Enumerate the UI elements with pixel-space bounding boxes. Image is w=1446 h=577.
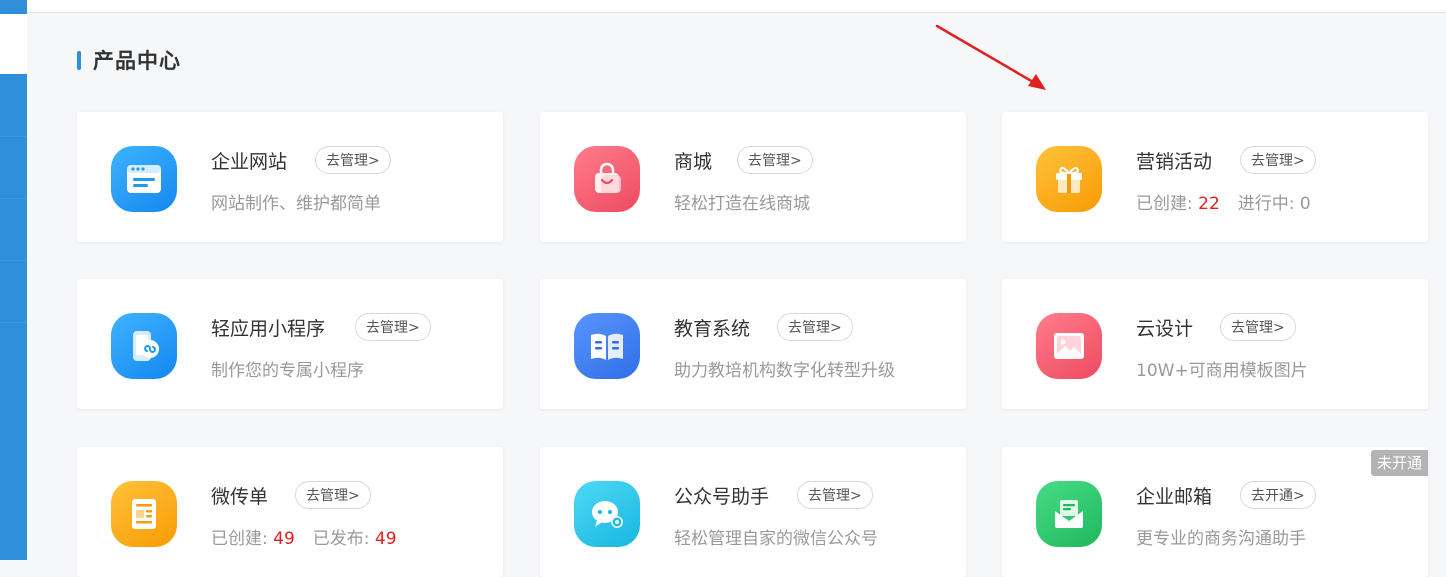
- published-count: 49: [374, 529, 397, 549]
- card-description: 轻松打造在线商城: [674, 194, 810, 214]
- created-count: 22: [1198, 194, 1220, 214]
- manage-button[interactable]: 去管理>: [797, 481, 873, 509]
- flyer-document-icon: [111, 481, 177, 547]
- image-picture-icon: [1036, 313, 1102, 379]
- card-title: 微传单: [211, 486, 269, 508]
- sidebar-divider: [0, 136, 27, 137]
- active-count: 0: [1299, 194, 1311, 214]
- section-title-accent: [77, 50, 81, 70]
- card-title: 教育系统: [674, 318, 751, 340]
- card-description: 助力教培机构数字化转型升级: [674, 361, 895, 381]
- active-label: 进行中:: [1237, 194, 1295, 214]
- card-title: 商城: [674, 151, 713, 173]
- sidebar-active-item[interactable]: [0, 14, 27, 74]
- manage-button[interactable]: 去管理>: [737, 146, 813, 174]
- card-description: 更专业的商务沟通助手: [1136, 529, 1306, 549]
- product-card-cloud-design[interactable]: 云设计 去管理> 10W+可商用模板图片: [1002, 279, 1428, 409]
- card-title: 公众号助手: [674, 486, 770, 508]
- manage-button[interactable]: 去管理>: [315, 146, 391, 174]
- product-card-education[interactable]: 教育系统 去管理> 助力教培机构数字化转型升级: [540, 279, 966, 409]
- card-title: 企业网站: [211, 151, 288, 173]
- created-count: 49: [273, 529, 295, 549]
- envelope-mail-icon: [1036, 481, 1102, 547]
- manage-button[interactable]: 去管理>: [355, 313, 431, 341]
- top-bar: [27, 0, 1446, 13]
- created-label: 已创建:: [1136, 194, 1193, 214]
- product-card-mini-program[interactable]: 轻应用小程序 去管理> 制作您的专属小程序: [77, 279, 503, 409]
- card-title: 企业邮箱: [1136, 486, 1213, 508]
- card-description: 网站制作、维护都简单: [211, 194, 381, 214]
- sidebar-divider: [0, 322, 27, 323]
- shopping-bag-icon: [574, 146, 640, 212]
- card-title: 轻应用小程序: [211, 318, 326, 340]
- activate-button[interactable]: 去开通>: [1240, 481, 1316, 509]
- published-label: 已发布:: [312, 529, 370, 549]
- created-label: 已创建:: [211, 529, 268, 549]
- card-title: 营销活动: [1136, 151, 1213, 173]
- card-description: 10W+可商用模板图片: [1136, 361, 1308, 381]
- card-stats: 已创建: 22 进行中: 0: [1136, 189, 1311, 214]
- sidebar-divider: [0, 260, 27, 261]
- product-card-enterprise-mail[interactable]: 企业邮箱 去开通> 更专业的商务沟通助手 未开通: [1002, 447, 1428, 577]
- product-card-mall[interactable]: 商城 去管理> 轻松打造在线商城: [540, 112, 966, 242]
- manage-button[interactable]: 去管理>: [1240, 146, 1316, 174]
- product-card-micro-flyer[interactable]: 微传单 去管理> 已创建: 49 已发布: 49: [77, 447, 503, 577]
- manage-button[interactable]: 去管理>: [777, 313, 853, 341]
- product-card-website[interactable]: 企业网站 去管理> 网站制作、维护都简单: [77, 112, 503, 242]
- card-description: 制作您的专属小程序: [211, 361, 364, 381]
- section-title: 产品中心: [93, 49, 181, 73]
- gift-box-icon: [1036, 146, 1102, 212]
- not-activated-badge: 未开通: [1370, 450, 1428, 476]
- open-book-icon: [574, 313, 640, 379]
- card-description: 轻松管理自家的微信公众号: [674, 529, 878, 549]
- manage-button[interactable]: 去管理>: [295, 481, 371, 509]
- sidebar-divider: [0, 198, 27, 199]
- product-card-marketing[interactable]: 营销活动 去管理> 已创建: 22 进行中: 0: [1002, 112, 1428, 242]
- mini-program-phone-icon: [111, 313, 177, 379]
- browser-window-icon: [111, 146, 177, 212]
- red-arrow-annotation: [935, 24, 1046, 90]
- product-card-official-account[interactable]: 公众号助手 去管理> 轻松管理自家的微信公众号: [540, 447, 966, 577]
- manage-button[interactable]: 去管理>: [1220, 313, 1296, 341]
- card-title: 云设计: [1136, 318, 1194, 340]
- section-header: 产品中心: [77, 46, 181, 74]
- card-stats: 已创建: 49 已发布: 49: [211, 524, 397, 549]
- left-sidebar: [0, 0, 27, 560]
- wechat-chat-gear-icon: [574, 481, 640, 547]
